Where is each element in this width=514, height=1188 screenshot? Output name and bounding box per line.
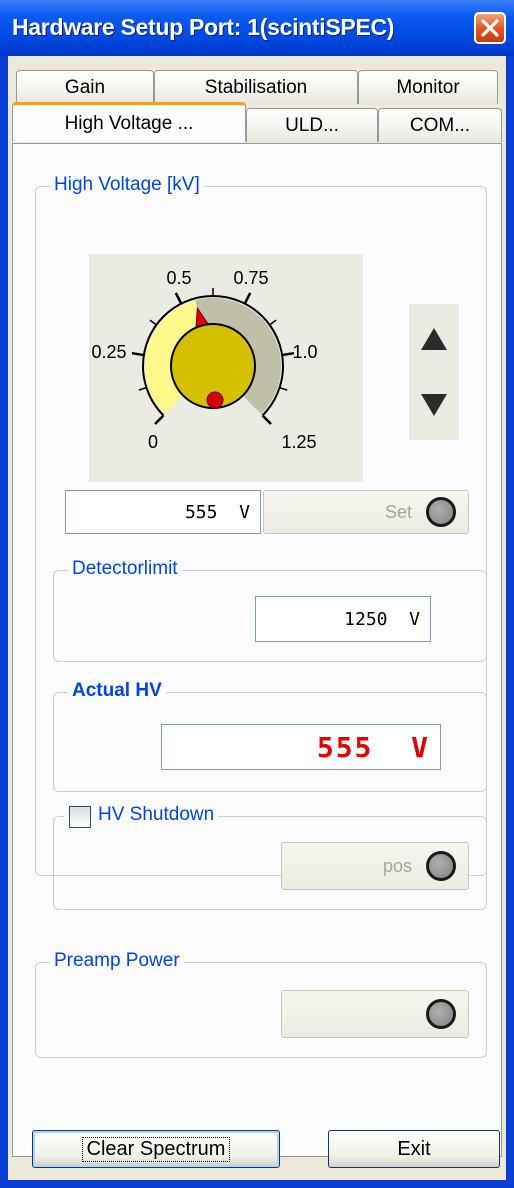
tab-gain[interactable]: Gain xyxy=(16,70,154,104)
preamp-led-indicator xyxy=(426,999,456,1029)
dial-tick-label: 1.0 xyxy=(292,342,317,362)
clear-spectrum-button[interactable]: Clear Spectrum xyxy=(32,1130,280,1168)
up-arrow-icon[interactable] xyxy=(419,326,449,352)
dial-tick xyxy=(243,292,252,305)
tab-high-voltage[interactable]: High Voltage ... xyxy=(12,102,246,142)
exit-button[interactable]: Exit xyxy=(328,1130,500,1168)
dial-tick xyxy=(261,414,272,425)
dial-tick xyxy=(279,386,288,391)
pos-button[interactable]: pos xyxy=(281,842,469,890)
tab-monitor[interactable]: Monitor xyxy=(358,70,498,104)
pos-button-label: pos xyxy=(382,855,412,876)
set-led-indicator xyxy=(426,497,456,527)
window: Hardware Setup Port: 1(scintiSPEC) Gain … xyxy=(0,0,514,1188)
arrow-buttons xyxy=(409,304,459,440)
clear-spectrum-label: Clear Spectrum xyxy=(81,1136,231,1162)
dial-tick-label: 0.5 xyxy=(166,268,191,288)
dial-tick xyxy=(174,292,183,305)
preamp-power-label: Preamp Power xyxy=(50,950,184,972)
dial-tick xyxy=(138,386,147,391)
window-title: Hardware Setup Port: 1(scintiSPEC) xyxy=(12,14,395,40)
tab-uld[interactable]: ULD... xyxy=(246,108,378,142)
detector-limit-label: Detectorlimit xyxy=(68,558,182,580)
down-arrow-icon[interactable] xyxy=(419,392,449,418)
pos-led-indicator xyxy=(426,851,456,881)
exit-label: Exit xyxy=(397,1137,431,1160)
close-icon xyxy=(481,19,499,37)
detector-limit-field[interactable]: 1250 V xyxy=(255,596,431,642)
high-voltage-group-label: High Voltage [kV] xyxy=(50,174,204,196)
title-bar[interactable]: Hardware Setup Port: 1(scintiSPEC) xyxy=(0,0,514,56)
tab-panel-high-voltage: High Voltage [kV] 0 0.25 0.5 0.75 1.0 1.25 55… xyxy=(12,143,502,1157)
hv-shutdown-checkbox[interactable] xyxy=(69,806,91,828)
actual-hv-display: 555 V xyxy=(161,724,441,770)
dial-graphic: 0 0.25 0.5 0.75 1.0 1.25 xyxy=(91,268,317,452)
dial-tick xyxy=(154,414,165,425)
set-button-label: Set xyxy=(384,501,412,522)
close-button[interactable] xyxy=(474,12,506,44)
tab-com[interactable]: COM... xyxy=(378,108,502,142)
dial-tick-label: 0.75 xyxy=(233,268,268,288)
high-voltage-dial[interactable]: 0 0.25 0.5 0.75 1.0 1.25 xyxy=(89,254,363,482)
hv-setpoint-field[interactable]: 555 V xyxy=(65,490,261,534)
preamp-power-button[interactable] xyxy=(281,990,469,1038)
actual-hv-label: Actual HV xyxy=(68,680,166,702)
dial-tick-label: 1.25 xyxy=(281,432,316,452)
dial-knob-marker xyxy=(206,391,224,409)
dial-tick-label: 0.25 xyxy=(91,342,126,362)
client-area: Gain Stabilisation Monitor High Voltage … xyxy=(8,56,506,1180)
dial-tick xyxy=(131,351,145,357)
dial-tick xyxy=(149,319,157,326)
set-button[interactable]: Set xyxy=(263,490,469,534)
tab-stabilisation[interactable]: Stabilisation xyxy=(154,70,358,104)
dial-tick-label: 0 xyxy=(148,432,158,452)
dial-tick xyxy=(269,319,277,326)
